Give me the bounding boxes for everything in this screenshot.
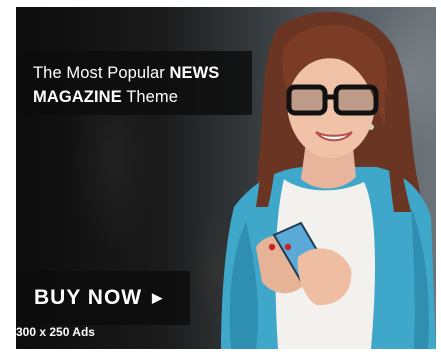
headline-box: The Most Popular NEWS MAGAZINE Theme [16,51,252,115]
chevron-right-icon: ▶ [152,290,163,305]
headline-line-2: MAGAZINE Theme [33,88,179,106]
buy-now-button[interactable]: BUY NOW ▶ [16,271,190,325]
ad-size-caption: 300 x 250 Ads [16,325,95,339]
buy-now-label: BUY NOW [34,286,143,309]
ad-banner[interactable]: The Most Popular NEWS MAGAZINE Theme BUY… [16,7,436,349]
headline-line-1: The Most Popular NEWS [33,64,220,82]
